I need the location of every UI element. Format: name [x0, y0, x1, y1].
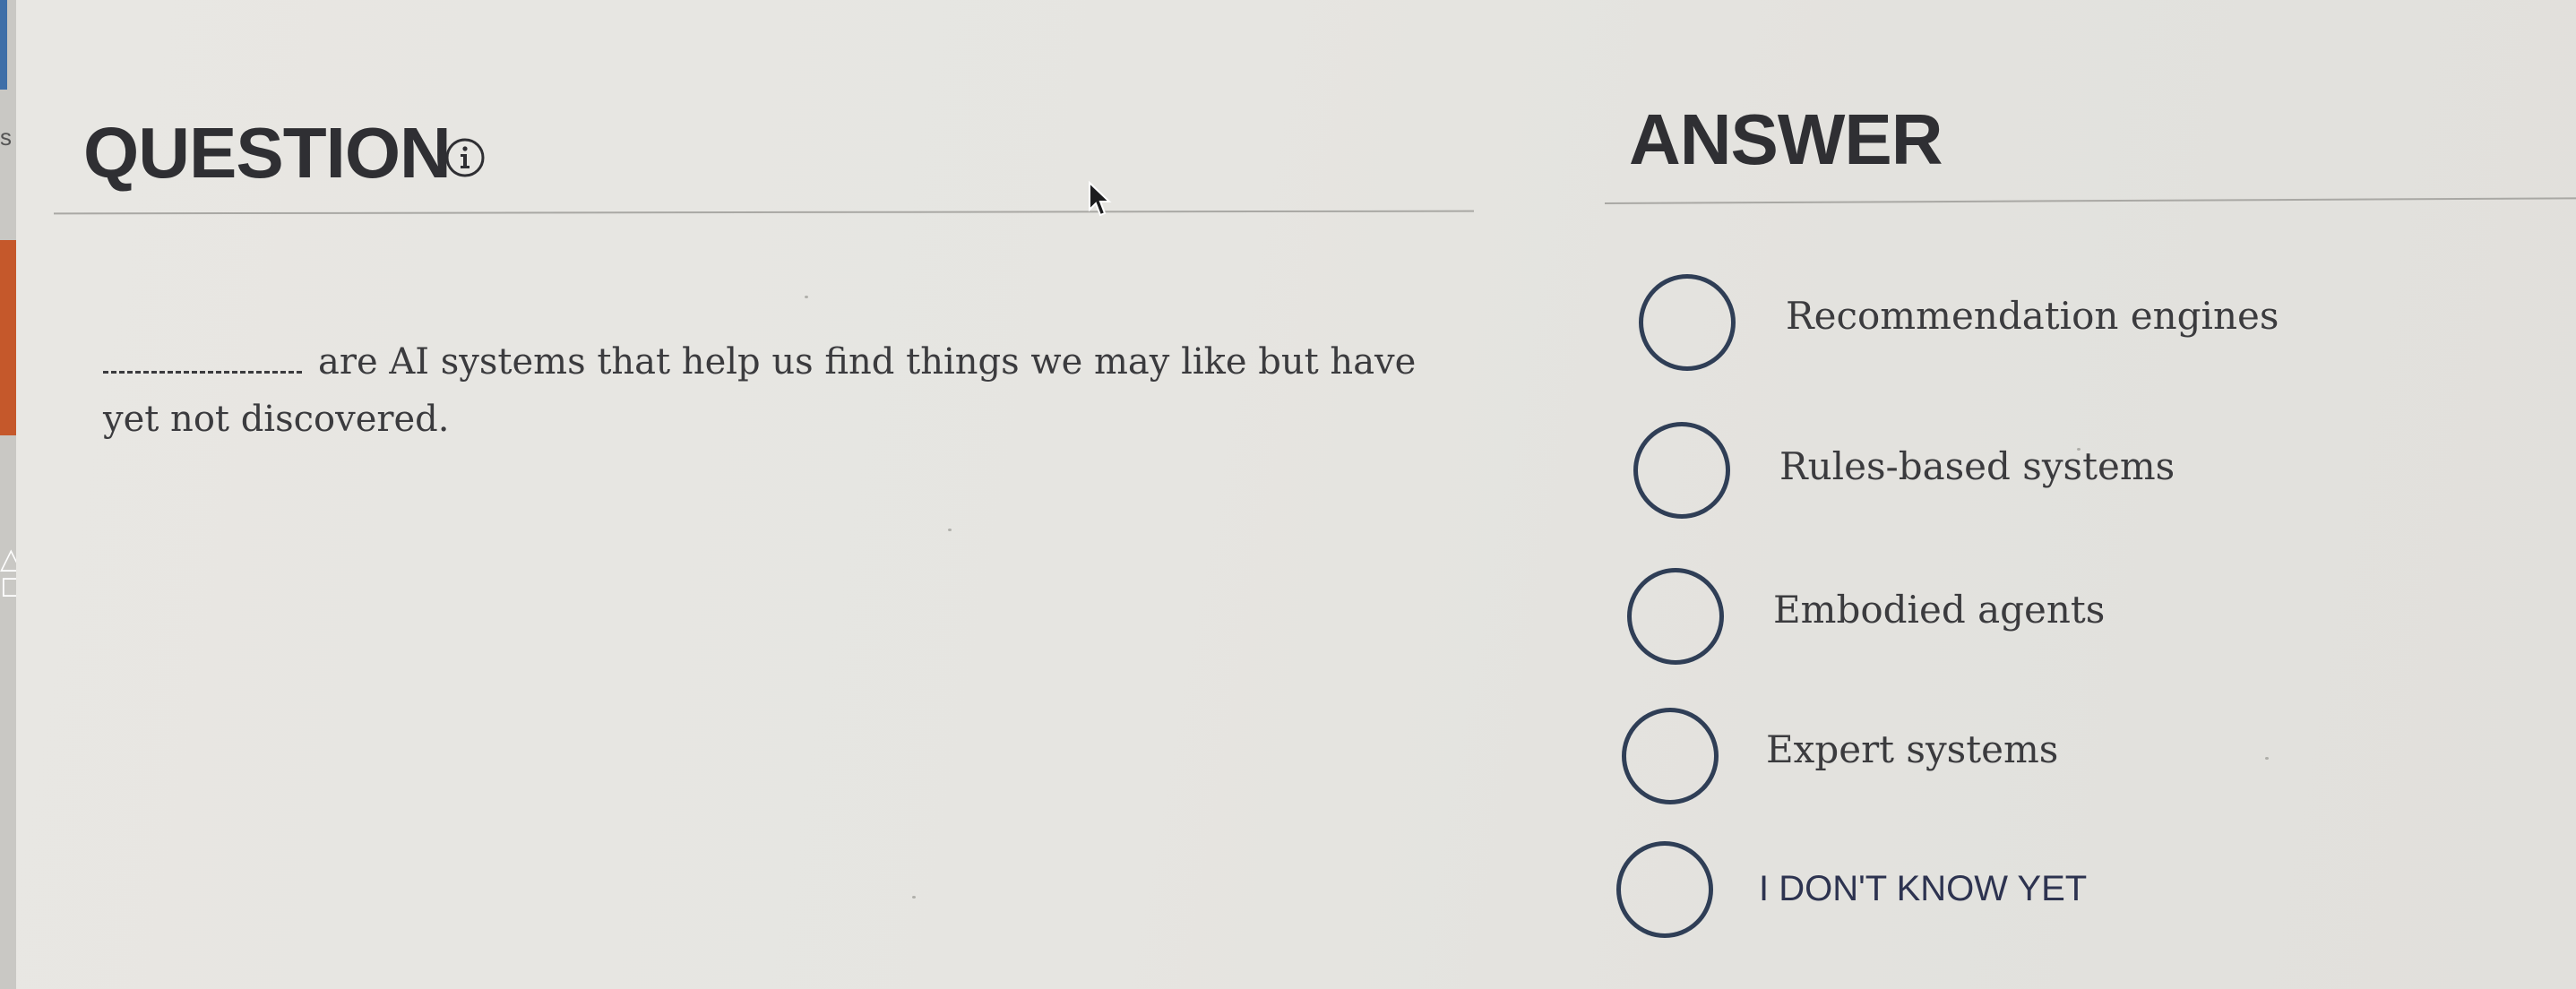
- question-divider: [53, 210, 1475, 215]
- answer-divider: [1604, 197, 2576, 204]
- info-icon[interactable]: [444, 137, 486, 178]
- answer-option-label: Expert systems: [1766, 727, 2059, 771]
- answer-option-label: Recommendation engines: [1786, 294, 2279, 338]
- mouse-cursor-icon: [1089, 181, 1112, 217]
- screen-speck: [805, 296, 808, 298]
- radio-button[interactable]: [1639, 274, 1736, 371]
- answer-heading: ANSWER: [1629, 99, 1943, 179]
- question-text: are AI systems that help us find things …: [103, 333, 1474, 448]
- radio-button[interactable]: [1616, 841, 1713, 938]
- radio-button[interactable]: [1627, 568, 1724, 665]
- screen-speck: [912, 896, 916, 899]
- screen-speck: [2265, 757, 2269, 760]
- radio-button[interactable]: [1622, 708, 1719, 804]
- question-heading: QUESTION: [83, 113, 452, 193]
- quiz-panel: QUESTION ANSWER are AI systems that help…: [16, 0, 2576, 989]
- answer-option-label: Embodied agents: [1773, 588, 2106, 632]
- radio-button[interactable]: [1633, 422, 1730, 519]
- answer-option-label: Rules-based systems: [1779, 444, 2175, 488]
- screen-speck: [2077, 448, 2081, 451]
- answer-option-label: I DON'T KNOW YET: [1759, 869, 2088, 908]
- fill-in-blank: [103, 348, 302, 374]
- screen-speck: [948, 529, 952, 531]
- sidebar-label-fragment: s: [0, 124, 12, 150]
- sidebar-blue-accent: [0, 0, 7, 90]
